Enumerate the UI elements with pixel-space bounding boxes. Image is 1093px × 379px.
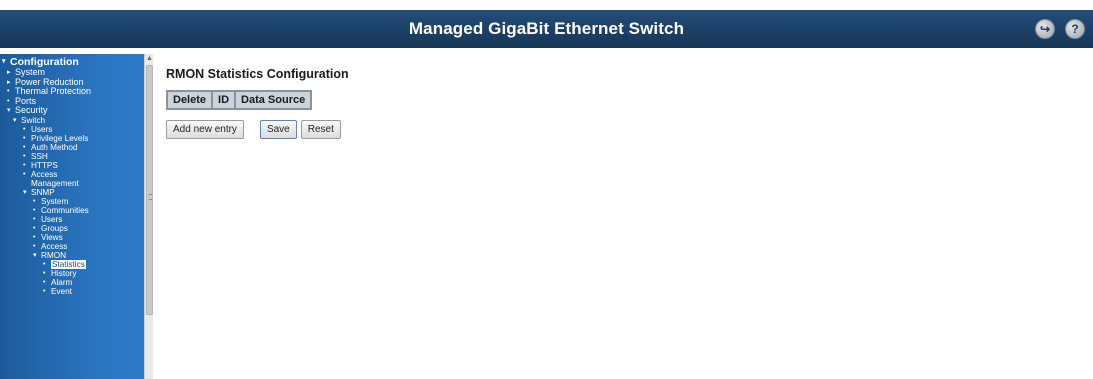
sidebar-item-label: Access <box>41 241 68 251</box>
sidebar-item-views[interactable]: • Views <box>0 233 153 242</box>
expanded-arrow-icon: ▾ <box>13 116 17 124</box>
sidebar-item-label: Views <box>41 232 63 242</box>
sidebar-scrollbar[interactable]: ▲ <box>144 54 153 379</box>
bullet-icon: • <box>7 97 10 105</box>
sidebar-menu: ▾ Configuration ▸ System ▸ Power Reduction • Th… <box>0 54 153 296</box>
sidebar-item-statistics[interactable]: • Statistics <box>0 259 153 269</box>
header-icons: ↪ ? <box>1035 19 1085 39</box>
bullet-icon: • <box>33 224 36 232</box>
sidebar-item-label: Access <box>31 169 58 179</box>
sidebar-item-access[interactable]: • Access <box>0 242 153 251</box>
sidebar-item-auth-method[interactable]: • Auth Method <box>0 143 153 152</box>
expanded-arrow-icon: ▾ <box>23 188 27 196</box>
sidebar-item-privilege-levels[interactable]: • Privilege Levels <box>0 134 153 143</box>
sidebar-item-label: Management <box>31 178 79 188</box>
bullet-icon: • <box>33 242 36 250</box>
sidebar-item-label: System <box>41 196 69 206</box>
bullet-icon: • <box>23 143 26 151</box>
sidebar-item-access[interactable]: • Access <box>0 170 153 179</box>
reset-button[interactable]: Reset <box>300 120 341 139</box>
page-title: RMON Statistics Configuration <box>166 67 349 81</box>
sidebar-item-label: Switch <box>21 115 46 125</box>
sidebar-item-label: SSH <box>31 151 48 161</box>
sidebar-item-label: Groups <box>41 223 68 233</box>
save-button[interactable]: Save <box>259 120 297 139</box>
sidebar-item-communities[interactable]: • Communities <box>0 206 153 215</box>
sidebar-item-label: Users <box>31 124 53 134</box>
add-new-entry-button[interactable]: Add new entry <box>166 120 244 139</box>
app-header: Managed GigaBit Ethernet Switch ↪ ? <box>0 10 1093 48</box>
bullet-icon: • <box>7 88 10 96</box>
sidebar-item-label: History <box>51 268 77 278</box>
bullet-icon: • <box>43 269 46 277</box>
sidebar-item-alarm[interactable]: • Alarm <box>0 278 153 287</box>
sidebar-item-label: Privilege Levels <box>31 133 89 143</box>
sidebar-item-label: Users <box>41 214 63 224</box>
app-title: Managed GigaBit Ethernet Switch <box>408 19 685 38</box>
rmon-statistics-table: Delete ID Data Source <box>165 90 313 110</box>
bullet-icon: • <box>43 278 46 286</box>
sidebar-item-event[interactable]: • Event <box>0 287 153 296</box>
sidebar-item-label: Security <box>15 105 48 116</box>
sidebar-item-label: Communities <box>41 205 89 215</box>
bullet-icon: • <box>23 170 26 178</box>
sidebar-item-label: Event <box>51 286 72 296</box>
sidebar-item-management[interactable]: Management <box>0 179 153 188</box>
sidebar-item-snmp[interactable]: ▾ SNMP <box>0 188 153 197</box>
sidebar-item-rmon[interactable]: ▾ RMON <box>0 251 153 260</box>
collapsed-arrow-icon: ▸ <box>7 69 11 76</box>
sidebar: ▾ Configuration ▸ System ▸ Power Reduction • Th… <box>0 54 153 379</box>
action-buttons: Add new entry Save Reset <box>166 120 349 139</box>
bullet-icon: • <box>23 161 26 169</box>
sidebar-item-label: Statistics <box>51 259 86 269</box>
logout-icon[interactable]: ↪ <box>1035 19 1055 39</box>
bullet-icon: • <box>23 134 26 142</box>
sidebar-item-users[interactable]: • Users <box>0 215 153 224</box>
column-header-delete: Delete <box>165 90 214 110</box>
sidebar-item-switch[interactable]: ▾ Switch <box>0 116 153 125</box>
table-header-row: Delete ID Data Source <box>165 90 313 110</box>
sidebar-item-label: RMON <box>41 250 67 260</box>
help-icon[interactable]: ? <box>1065 19 1085 39</box>
sidebar-item-https[interactable]: • HTTPS <box>0 161 153 170</box>
sidebar-item-ssh[interactable]: • SSH <box>0 152 153 161</box>
sidebar-item-system[interactable]: • System <box>0 197 153 206</box>
main-content: RMON Statistics Configuration Delete ID … <box>165 67 349 139</box>
expanded-arrow-icon: ▾ <box>2 58 6 65</box>
column-header-data-source: Data Source <box>234 90 313 110</box>
expanded-arrow-icon: ▾ <box>33 251 37 259</box>
sidebar-item-label: SNMP <box>31 187 55 197</box>
sidebar-item-groups[interactable]: • Groups <box>0 224 153 233</box>
sidebar-item-label: HTTPS <box>31 160 58 170</box>
bullet-icon: • <box>43 287 46 295</box>
sidebar-item-label: Alarm <box>51 277 73 287</box>
bullet-icon: • <box>43 260 46 268</box>
sidebar-item-security[interactable]: ▾ Security <box>0 106 153 116</box>
bullet-icon: • <box>23 125 26 133</box>
sidebar-item-label: Auth Method <box>31 142 78 152</box>
bullet-icon: • <box>23 152 26 160</box>
column-header-id: ID <box>211 90 237 110</box>
sidebar-item-history[interactable]: • History <box>0 269 153 278</box>
collapsed-arrow-icon: ▸ <box>7 78 11 86</box>
expanded-arrow-icon: ▾ <box>7 107 11 115</box>
scroll-thumb[interactable] <box>146 65 153 315</box>
sidebar-item-users[interactable]: • Users <box>0 125 153 134</box>
scroll-grip-icon <box>149 194 152 200</box>
bullet-icon: • <box>33 233 36 241</box>
bullet-icon: • <box>33 206 36 214</box>
bullet-icon: • <box>33 215 36 223</box>
scroll-up-icon[interactable]: ▲ <box>146 55 153 62</box>
bullet-icon: • <box>33 197 36 205</box>
